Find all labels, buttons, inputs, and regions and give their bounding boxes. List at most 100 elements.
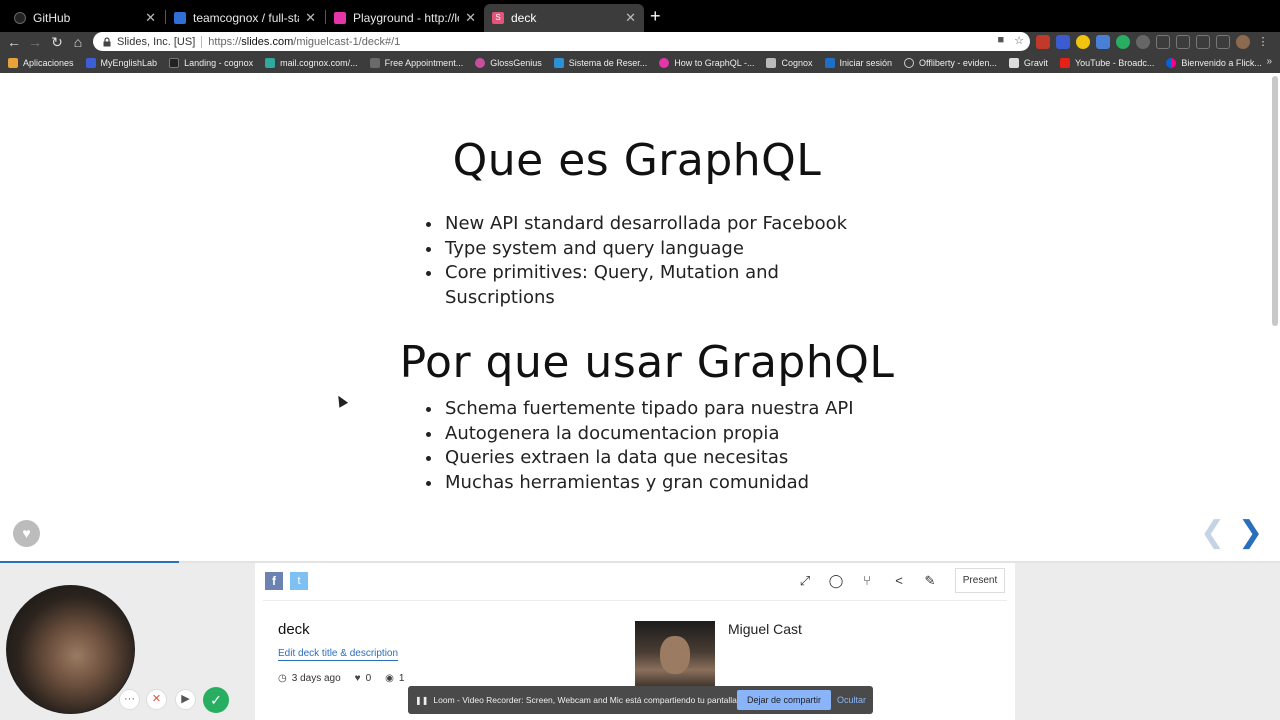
- bookmark-item[interactable]: MyEnglishLab: [85, 57, 157, 68]
- loom-more-icon[interactable]: ···: [119, 689, 140, 710]
- slide-bullets-2: Schema fuertemente tipado para nuestra A…: [443, 397, 854, 495]
- new-tab-button[interactable]: +: [650, 7, 661, 25]
- loom-pause-icon[interactable]: ▶: [175, 689, 196, 710]
- grammarly-ext-icon[interactable]: [1116, 35, 1130, 49]
- gmail-ext-icon[interactable]: [1036, 35, 1050, 49]
- fork-icon[interactable]: ⑂: [859, 572, 875, 590]
- bookmark-item[interactable]: Free Appointment...: [369, 57, 463, 68]
- bookmark-item[interactable]: GlossGenius: [475, 57, 542, 68]
- slide-heading-2: Por que usar GraphQL: [399, 337, 895, 388]
- ext-icon[interactable]: [1176, 35, 1190, 49]
- forward-icon[interactable]: →: [26, 33, 44, 51]
- share-message: Loom - Video Recorder: Screen, Webcam an…: [433, 695, 740, 705]
- clock-icon: ◷: [278, 673, 287, 684]
- folder-icon: [766, 57, 777, 68]
- bullet-item: Core primitives: Query, Mutation and: [443, 261, 847, 286]
- loom-webcam-bubble[interactable]: [6, 585, 135, 714]
- back-icon[interactable]: ←: [5, 33, 23, 51]
- ext-icon[interactable]: [1216, 35, 1230, 49]
- extensions: ⋮: [1036, 35, 1270, 49]
- hide-button[interactable]: Ocultar: [837, 690, 866, 710]
- github-icon: [14, 12, 26, 24]
- fullscreen-icon[interactable]: ⤢: [797, 572, 813, 590]
- bookmark-item[interactable]: Sistema de Reser...: [553, 57, 647, 68]
- apps-icon: [8, 57, 18, 68]
- bookmark-item[interactable]: mail.cognox.com/...: [265, 57, 358, 68]
- share-icon[interactable]: <: [891, 572, 907, 590]
- bullet-item: New API standard desarrollada por Facebo…: [443, 212, 847, 237]
- present-button[interactable]: Present: [955, 568, 1005, 593]
- close-icon[interactable]: ✕: [465, 10, 476, 26]
- profile-avatar[interactable]: [1236, 35, 1250, 49]
- bullet-item: Type system and query language: [443, 237, 847, 262]
- bookmark-icon: [553, 57, 564, 68]
- tab-teamcognox[interactable]: teamcognox / full-stack-graph ✕: [166, 4, 324, 32]
- bookmark-item[interactable]: Bienvenido a Flick...: [1166, 57, 1262, 68]
- bookmarks-bar: Aplicaciones MyEnglishLab Landing - cogn…: [0, 52, 1280, 73]
- close-icon[interactable]: ✕: [305, 10, 316, 26]
- reload-icon[interactable]: ↻: [48, 33, 66, 51]
- repo-icon: [174, 12, 186, 24]
- edit-brush-icon[interactable]: ✎: [922, 572, 938, 590]
- bookmark-icon: [85, 57, 96, 68]
- megaphone-ext-icon[interactable]: [1076, 35, 1090, 49]
- bookmark-item[interactable]: Iniciar sesión: [824, 57, 892, 68]
- panel-divider: [263, 600, 1007, 601]
- outlook-icon: [824, 57, 835, 68]
- ext-icon[interactable]: [1156, 35, 1170, 49]
- bookmarks-overflow-icon[interactable]: »: [1266, 56, 1272, 67]
- bookmark-item[interactable]: Landing - cognox: [169, 57, 253, 68]
- close-icon[interactable]: ✕: [145, 10, 156, 26]
- next-slide-arrow-icon[interactable]: ❯: [1238, 518, 1263, 548]
- camera-icon[interactable]: ■: [997, 34, 1004, 47]
- deck-title: deck: [278, 621, 310, 638]
- tab-title: Playground - http://localhost:4: [353, 11, 459, 25]
- tab-title: teamcognox / full-stack-graph: [193, 11, 299, 25]
- star-icon[interactable]: ☆: [1014, 34, 1024, 47]
- loom-finish-icon[interactable]: ✓: [203, 687, 229, 713]
- tab-playground[interactable]: Playground - http://localhost:4 ✕: [326, 4, 484, 32]
- menu-kebab-icon[interactable]: ⋮: [1256, 35, 1270, 49]
- prev-slide-arrow-icon[interactable]: ❮: [1200, 518, 1225, 548]
- url-divider: [201, 35, 203, 48]
- stop-sharing-button[interactable]: Dejar de compartir: [737, 690, 831, 710]
- flickr-icon: [1166, 57, 1177, 68]
- bookmark-item[interactable]: YouTube - Broadc...: [1059, 57, 1154, 68]
- like-heart-icon[interactable]: ♥: [13, 520, 40, 547]
- author-name[interactable]: Miguel Cast: [728, 621, 802, 637]
- bookmark-item[interactable]: Aplicaciones: [8, 57, 74, 68]
- tab-deck[interactable]: S deck ✕: [484, 4, 644, 32]
- close-icon[interactable]: ✕: [625, 10, 636, 26]
- address-bar[interactable]: Slides, Inc. [US] https://slides.com/mig…: [93, 32, 1030, 51]
- bookmark-item[interactable]: Offliberty - eviden...: [904, 57, 997, 68]
- translate-ext-icon[interactable]: [1096, 35, 1110, 49]
- calendar-icon: [369, 57, 380, 68]
- tab-strip: GitHub ✕ teamcognox / full-stack-graph ✕…: [0, 0, 1280, 32]
- deck-views: 1: [398, 673, 405, 684]
- bullet-item: Muchas herramientas y gran comunidad: [443, 471, 854, 496]
- bookmark-item[interactable]: How to GraphQL -...: [659, 57, 754, 68]
- twitter-share-icon[interactable]: t: [290, 572, 308, 590]
- record-ext-icon[interactable]: [1136, 35, 1150, 49]
- screen-share-bar: ❚❚ Loom - Video Recorder: Screen, Webcam…: [408, 686, 873, 714]
- url-text: https://slides.com/miguelcast-1/deck#/1: [208, 35, 401, 48]
- loom-cancel-icon[interactable]: ✕: [146, 689, 167, 710]
- pause-icon: ❚❚: [415, 695, 429, 705]
- deck-likes: 0: [365, 673, 372, 684]
- home-icon[interactable]: ⌂: [69, 33, 87, 51]
- edit-deck-link[interactable]: Edit deck title & description: [278, 647, 399, 661]
- page-icon: [1008, 57, 1019, 68]
- graphql-icon: [659, 57, 670, 68]
- facebook-share-icon[interactable]: f: [265, 572, 283, 590]
- slide-bullets-1: New API standard desarrollada por Facebo…: [443, 212, 847, 310]
- bookmark-item[interactable]: Cognox: [766, 57, 813, 68]
- deck-age: 3 days ago: [291, 673, 341, 684]
- tab-github[interactable]: GitHub ✕: [6, 4, 164, 32]
- author-avatar-face: [660, 636, 690, 674]
- comment-icon[interactable]: ◯: [828, 572, 844, 590]
- eye-icon: ◉: [385, 673, 394, 684]
- scrollbar-thumb[interactable]: [1272, 76, 1278, 326]
- cast-icon[interactable]: [1196, 35, 1210, 49]
- info-ext-icon[interactable]: [1056, 35, 1070, 49]
- bookmark-item[interactable]: Gravit: [1008, 57, 1048, 68]
